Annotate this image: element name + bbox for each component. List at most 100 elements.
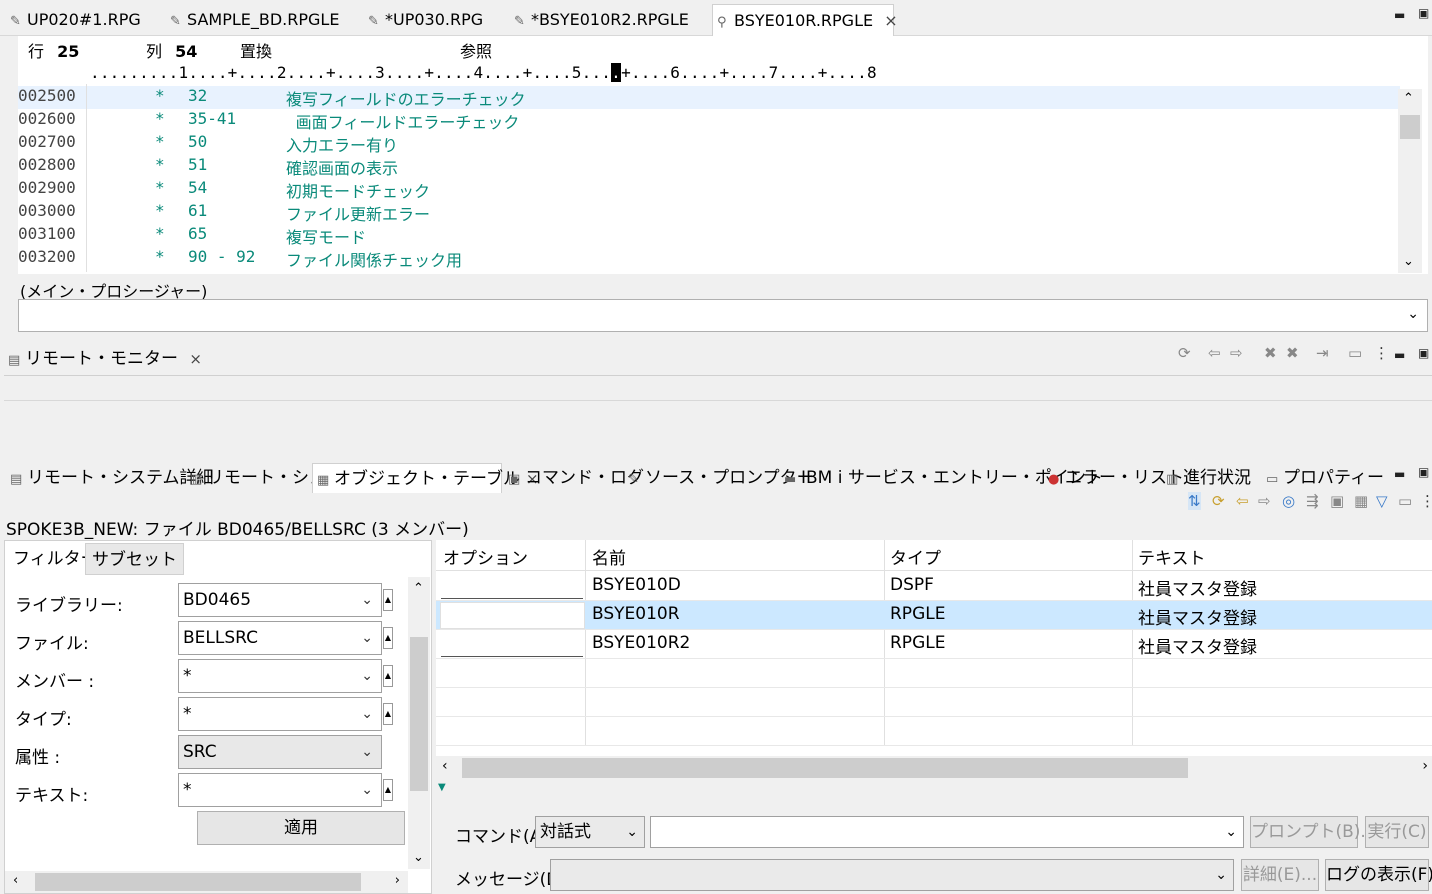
scroll-thumb[interactable]: [410, 637, 428, 791]
source-line[interactable]: 002900 * 54 初期モードチェック: [18, 176, 1400, 203]
type-spinner[interactable]: ▲: [383, 703, 393, 725]
chevron-down-icon[interactable]: ⌄: [1403, 254, 1414, 269]
editor-tab-bsye010r2[interactable]: ✎ *BSYE010R2.RPGLE: [510, 4, 689, 36]
minimize-icon[interactable]: ▬: [1394, 348, 1405, 362]
monitor-icon[interactable]: ▭: [1398, 492, 1412, 510]
source-editor[interactable]: 行 25 列 54 置換 参照 .........1....+....2....…: [18, 36, 1428, 274]
editor-tab-up020[interactable]: ✎ UP020#1.RPG: [6, 4, 141, 36]
table-row[interactable]: BSYE010R RPGLE 社員マスタ登録: [436, 601, 1432, 630]
filter-icon[interactable]: ▽: [1376, 492, 1388, 510]
remove-all-icon[interactable]: ✖: [1286, 344, 1299, 362]
chevron-left-icon[interactable]: ‹: [442, 758, 448, 774]
tab-command-log[interactable]: ▣ コマンド・ログ: [504, 463, 644, 493]
forward-icon[interactable]: ⇨: [1230, 344, 1243, 362]
text-combo[interactable]: * ⌄: [178, 773, 382, 807]
option-input[interactable]: [441, 656, 583, 657]
tab-object-table[interactable]: ▦ オブジェクト・テーブル ×: [312, 463, 539, 493]
tab-properties[interactable]: ▭ プロパティー: [1262, 463, 1384, 493]
option-input[interactable]: [440, 602, 585, 629]
column-header-option[interactable]: オプション: [443, 544, 528, 569]
chevron-left-icon[interactable]: ‹: [13, 873, 18, 888]
option-input[interactable]: [441, 598, 583, 599]
maximize-icon[interactable]: ▣: [1418, 346, 1429, 360]
chevron-right-icon[interactable]: ›: [1422, 758, 1428, 774]
source-line[interactable]: 002600 * 35-41 画面フィールドエラーチェック: [18, 107, 1400, 134]
editor-tab-up030[interactable]: ✎ *UP030.RPG: [364, 4, 483, 36]
show-log-button[interactable]: ログの表示(F): [1325, 859, 1432, 891]
procedure-combo[interactable]: ⌄: [18, 299, 1428, 332]
minimize-icon[interactable]: ▬: [1394, 8, 1405, 22]
expand-triangle-icon[interactable]: ▼: [438, 782, 446, 793]
columns-icon[interactable]: ▦: [1354, 492, 1368, 510]
sort-icon[interactable]: ⇶: [1306, 492, 1319, 510]
chevron-down-icon[interactable]: ⌄: [1407, 306, 1419, 322]
remove-icon[interactable]: ✖: [1264, 344, 1277, 362]
editor-tab-bsye010r[interactable]: ⚲ BSYE010R.RPGLE ×: [712, 4, 898, 36]
link-icon[interactable]: ⇅: [1188, 492, 1201, 510]
member-spinner[interactable]: ▲: [383, 665, 393, 687]
maximize-icon[interactable]: ▣: [1418, 465, 1429, 479]
maximize-icon[interactable]: ▣: [1418, 6, 1429, 20]
tab-subset[interactable]: サブセット: [85, 543, 184, 575]
table-row[interactable]: BSYE010R2 RPGLE 社員マスタ登録: [436, 630, 1432, 659]
refresh-icon[interactable]: ▣: [1330, 492, 1344, 510]
close-icon[interactable]: ×: [189, 350, 202, 368]
home-icon[interactable]: ◎: [1282, 492, 1295, 510]
pencil-icon: ✎: [10, 14, 21, 29]
tab-remote-monitor[interactable]: ▤ リモート・モニター ×: [8, 344, 202, 374]
sync-icon[interactable]: ⟳: [1212, 492, 1225, 510]
filter-horizontal-scrollbar[interactable]: ‹ ›: [5, 871, 408, 893]
close-icon[interactable]: ×: [884, 11, 897, 30]
tab-progress[interactable]: ▥ 進行状況: [1162, 463, 1251, 493]
editor-tab-sample-bd[interactable]: ✎ SAMPLE_BD.RPGLE: [166, 4, 339, 36]
chevron-up-icon[interactable]: ⌃: [413, 581, 424, 596]
forward-icon[interactable]: ⇨: [1258, 492, 1271, 510]
library-spinner[interactable]: ▲: [383, 589, 393, 611]
sequence-number: 003100: [18, 224, 76, 243]
scroll-thumb[interactable]: [35, 873, 361, 891]
member-combo[interactable]: * ⌄: [178, 659, 382, 693]
filter-vertical-scrollbar[interactable]: ⌃ ⌄: [408, 577, 430, 869]
file-combo[interactable]: BELLSRC ⌄: [178, 621, 382, 655]
details-button[interactable]: 詳細(E)...: [1241, 859, 1319, 891]
chevron-right-icon[interactable]: ›: [395, 873, 400, 888]
source-line[interactable]: 002500 * 32 複写フィールドのエラーチェック: [18, 84, 1400, 111]
source-line[interactable]: 002700 * 50 入力エラー有り: [18, 130, 1400, 157]
back-icon[interactable]: ⇦: [1208, 344, 1221, 362]
view-menu-icon[interactable]: ⋮: [1420, 492, 1432, 510]
apply-button[interactable]: 適用: [197, 811, 405, 845]
column-header-text[interactable]: テキスト: [1138, 544, 1206, 569]
table-row[interactable]: BSYE010D DSPF 社員マスタ登録: [436, 572, 1432, 601]
collapse-icon[interactable]: ▭: [1348, 344, 1362, 362]
run-button[interactable]: 実行(C): [1365, 816, 1429, 848]
column-header-type[interactable]: タイプ: [890, 544, 941, 569]
source-line[interactable]: 002800 * 51 確認画面の表示: [18, 153, 1400, 180]
table-horizontal-scrollbar[interactable]: ‹ ›: [436, 756, 1432, 780]
editor-vertical-scrollbar[interactable]: ⌃ ⌄: [1398, 89, 1422, 273]
pin-icon[interactable]: ⇥: [1316, 344, 1329, 362]
text-spinner[interactable]: ▲: [383, 779, 393, 801]
file-spinner[interactable]: ▲: [383, 627, 393, 649]
prompt-button[interactable]: プロンプト(B)...: [1250, 816, 1377, 848]
chevron-down-icon[interactable]: ⌄: [413, 850, 424, 865]
source-line[interactable]: 003100 * 65 複写モード: [18, 222, 1400, 249]
table-row-empty: [436, 659, 1432, 688]
source-line[interactable]: 003200 * 90 - 92 ファイル関係チェック用: [18, 245, 1400, 272]
column-header-name[interactable]: 名前: [592, 544, 626, 569]
command-mode-select[interactable]: 対話式 ⌄: [535, 816, 645, 848]
library-combo[interactable]: BD0465 ⌄: [178, 583, 382, 617]
refresh-icon[interactable]: ⟳: [1178, 344, 1191, 362]
type-combo[interactable]: * ⌄: [178, 697, 382, 731]
tab-remote-system-details[interactable]: ▤ リモート・システム詳細: [6, 463, 214, 493]
scroll-thumb[interactable]: [1400, 115, 1420, 139]
message-field[interactable]: ⌄: [550, 859, 1234, 891]
chevron-up-icon[interactable]: ⌃: [1403, 91, 1414, 106]
minimize-icon[interactable]: ▬: [1394, 467, 1405, 481]
view-menu-icon[interactable]: ⋮: [1374, 344, 1389, 362]
scroll-thumb[interactable]: [462, 758, 1188, 778]
command-input[interactable]: ⌄: [650, 816, 1244, 848]
back-icon[interactable]: ⇦: [1236, 492, 1249, 510]
cell-name: BSYE010R2: [592, 633, 691, 653]
source-line[interactable]: 003000 * 61 ファイル更新エラー: [18, 199, 1400, 226]
attribute-combo[interactable]: SRC ⌄: [178, 735, 382, 769]
